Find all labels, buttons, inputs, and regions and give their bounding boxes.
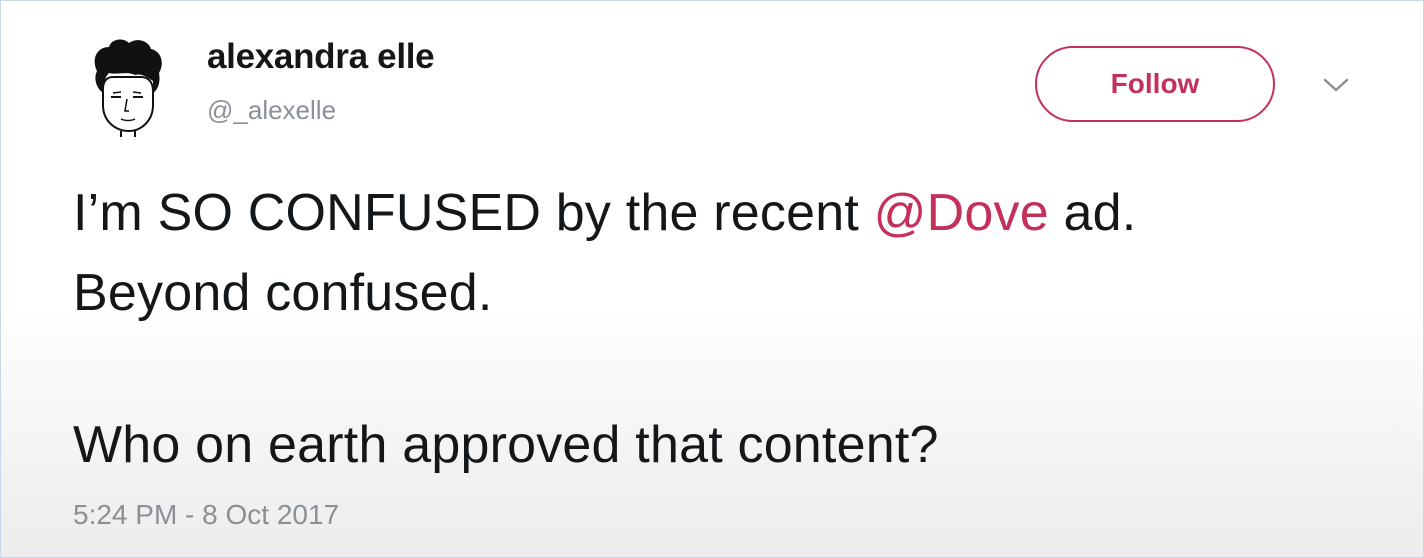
tweet-card: alexandra elle @_alexelle Follow I’m SO … xyxy=(0,0,1424,558)
tweet-line: Beyond confused. xyxy=(73,264,493,322)
avatar-illustration xyxy=(94,39,162,137)
author-name[interactable]: alexandra elle xyxy=(207,37,435,77)
tweet-text: I’m SO CONFUSED by the recent @Dove ad. … xyxy=(73,173,1393,485)
tweet-timestamp[interactable]: 5:24 PM - 8 Oct 2017 xyxy=(73,499,339,531)
tweet-line: Who on earth approved that content? xyxy=(73,416,939,474)
tweet-text-segment: ad. xyxy=(1048,184,1137,242)
tweet-text-segment: I’m SO CONFUSED by the recent xyxy=(73,184,874,242)
follow-button[interactable]: Follow xyxy=(1035,46,1275,122)
more-options-button[interactable] xyxy=(1319,71,1353,99)
avatar[interactable] xyxy=(87,37,167,137)
tweet-line: I’m SO CONFUSED by the recent @Dove ad. xyxy=(73,173,1393,253)
author-handle[interactable]: @_alexelle xyxy=(207,95,336,126)
chevron-down-icon xyxy=(1323,78,1349,92)
mention-link[interactable]: @Dove xyxy=(874,184,1049,242)
